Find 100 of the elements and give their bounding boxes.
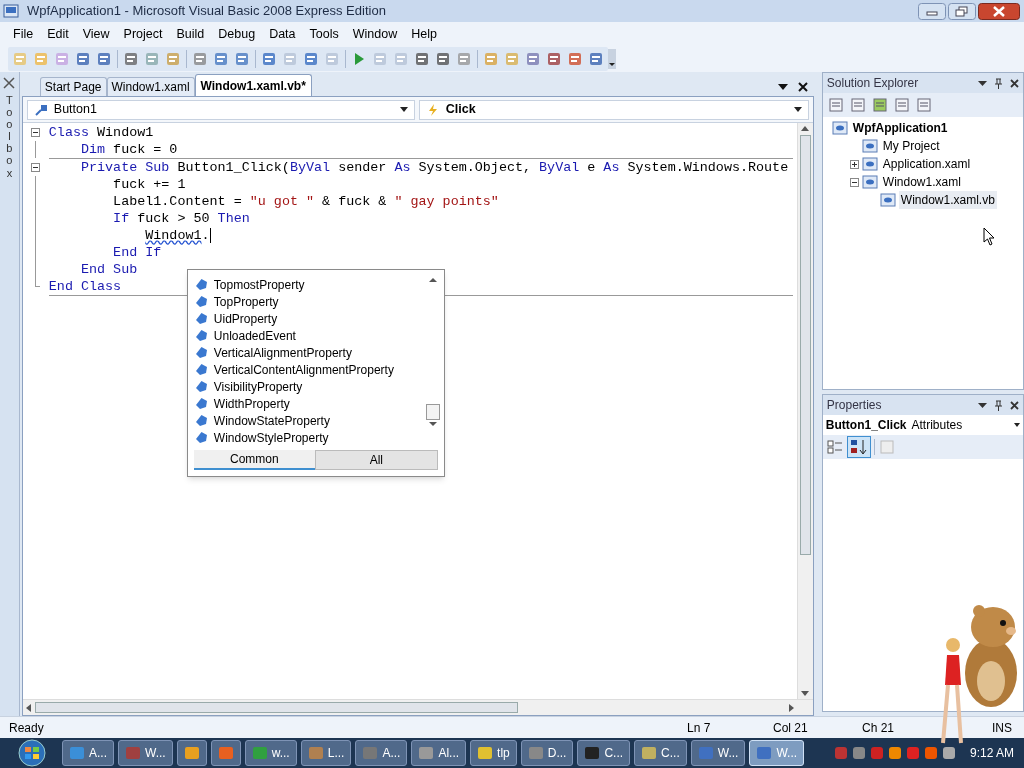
dropdown[interactable]: Button1 (26, 99, 415, 120)
pin-icon[interactable] (994, 399, 1003, 411)
dropdown-arrow-icon[interactable] (978, 80, 987, 86)
property-icon (195, 398, 207, 409)
pin-icon[interactable] (994, 77, 1003, 89)
menu-item[interactable]: View (75, 24, 117, 44)
code-line: Label1.Content = "u got " & fuck & " gay points" (112, 193, 499, 210)
control-icon (33, 102, 48, 117)
completion-tab[interactable]: All (314, 450, 438, 470)
mouse-pointer-icon (982, 227, 995, 246)
property-icon (195, 432, 207, 443)
minimize-button[interactable] (918, 2, 946, 20)
app-icon (697, 745, 714, 761)
completion-tab[interactable]: Common (193, 450, 315, 470)
taskbar-button[interactable]: L... (300, 740, 352, 766)
taskbar-button[interactable]: tlp (470, 740, 517, 766)
code-line: If fuck > 50 Then (112, 210, 250, 227)
vertical-scrollbar[interactable] (796, 123, 813, 699)
dropdown[interactable]: Click (418, 99, 809, 120)
taskbar-button[interactable]: W... (118, 740, 173, 766)
property-pages-icon (878, 439, 895, 455)
completion-item[interactable]: VerticalAlignmentProperty (195, 344, 425, 361)
scroll-up-icon[interactable] (428, 276, 437, 284)
completion-item[interactable]: WindowStyleProperty (195, 429, 425, 446)
menu-item[interactable]: Help (404, 24, 444, 44)
expand-icon[interactable] (849, 159, 859, 169)
app-icon (69, 745, 85, 761)
completion-item[interactable]: WidthProperty (195, 395, 425, 412)
categorized-icon[interactable] (825, 438, 844, 456)
scroll-thumb[interactable] (34, 702, 518, 713)
tree-item[interactable]: My Project (880, 137, 942, 155)
tree-item[interactable]: Window1.xaml (880, 173, 963, 191)
property-icon (195, 381, 207, 392)
panel-title: Properties (826, 397, 882, 414)
horizontal-scrollbar[interactable] (22, 699, 813, 715)
file-icon (831, 121, 848, 135)
taskbar-button[interactable]: Al... (411, 740, 467, 766)
menu-item[interactable]: File (6, 24, 41, 44)
menu-item[interactable]: Tools (302, 24, 346, 44)
close-icon[interactable] (1010, 400, 1019, 410)
taskbar-button[interactable] (176, 740, 207, 766)
tree-item[interactable]: WpfApplication1 (850, 119, 950, 137)
status-line: Ln 7 (687, 719, 712, 737)
clock: 9:12 AM (969, 745, 1014, 762)
close-button[interactable] (978, 2, 1020, 20)
taskbar-button[interactable]: w... (244, 740, 297, 766)
close-icon[interactable] (1010, 78, 1019, 88)
sort-alphabetical-icon[interactable] (847, 437, 870, 457)
close-icon[interactable] (797, 82, 808, 92)
completion-item[interactable]: TopProperty (195, 293, 425, 310)
menu-item[interactable]: Window (345, 24, 405, 44)
document-tab[interactable]: Window1.xaml.vb* (194, 74, 312, 96)
dropdown-arrow-icon[interactable] (978, 402, 987, 408)
completion-item[interactable]: WindowStateProperty (195, 412, 425, 429)
document-tab[interactable]: Start Page (39, 77, 107, 96)
taskbar-button[interactable]: A... (355, 740, 408, 766)
completion-item[interactable]: TopmostProperty (195, 276, 425, 293)
menu-item[interactable]: Edit (40, 24, 76, 44)
app-icon (3, 3, 19, 19)
code-line: End If (112, 244, 162, 261)
app-icon (251, 745, 268, 761)
file-icon (861, 175, 878, 189)
scroll-thumb[interactable] (799, 135, 811, 555)
code-line: End Class (48, 278, 122, 295)
status-char: Ch 21 (862, 719, 895, 737)
menu-item[interactable]: Debug (211, 24, 263, 44)
tree-item[interactable]: Application.xaml (880, 155, 973, 173)
code-line: Window1. (144, 227, 210, 244)
taskbar-button[interactable]: W... (690, 740, 746, 766)
collapse-icon[interactable] (31, 128, 41, 137)
dropdown-arrow-icon (1014, 423, 1020, 427)
property-icon (195, 364, 207, 375)
toolbox-tab[interactable]: Toolbox (5, 94, 14, 179)
code-line: Private Sub Button1_Click(ByVal sender As System.Object, ByVal e As System.Windows.Route (79, 159, 789, 176)
completion-item[interactable]: VerticalContentAlignmentProperty (195, 361, 425, 378)
scroll-thumb[interactable] (425, 404, 440, 420)
app-icon (756, 745, 773, 761)
refresh-icon[interactable] (871, 97, 888, 113)
app-icon (307, 745, 324, 761)
collapse-icon[interactable] (31, 163, 41, 172)
dropdown-arrow-icon (399, 107, 408, 112)
overflow-icon[interactable] (608, 49, 616, 69)
taskbar-button[interactable]: C... (634, 740, 687, 766)
tree-item[interactable]: Window1.xaml.vb (898, 191, 997, 209)
completion-item[interactable]: UidProperty (195, 310, 425, 327)
taskbar-button[interactable]: D... (520, 740, 574, 766)
app-icon (125, 745, 141, 761)
document-tab[interactable]: Window1.xaml (106, 77, 195, 96)
restore-button[interactable] (948, 2, 976, 20)
app-icon (362, 745, 379, 761)
completion-item[interactable]: UnloadedEvent (195, 327, 425, 344)
menu-item[interactable]: Build (169, 24, 212, 44)
taskbar-button[interactable]: C... (577, 740, 631, 766)
taskbar-button[interactable]: A... (62, 740, 114, 766)
taskbar-button[interactable] (210, 740, 241, 766)
collapse-icon[interactable] (849, 177, 859, 187)
menu-item[interactable]: Project (116, 24, 170, 44)
tab-list-icon[interactable] (777, 84, 788, 90)
completion-item[interactable]: VisibilityProperty (195, 378, 425, 395)
menu-item[interactable]: Data (262, 24, 303, 44)
